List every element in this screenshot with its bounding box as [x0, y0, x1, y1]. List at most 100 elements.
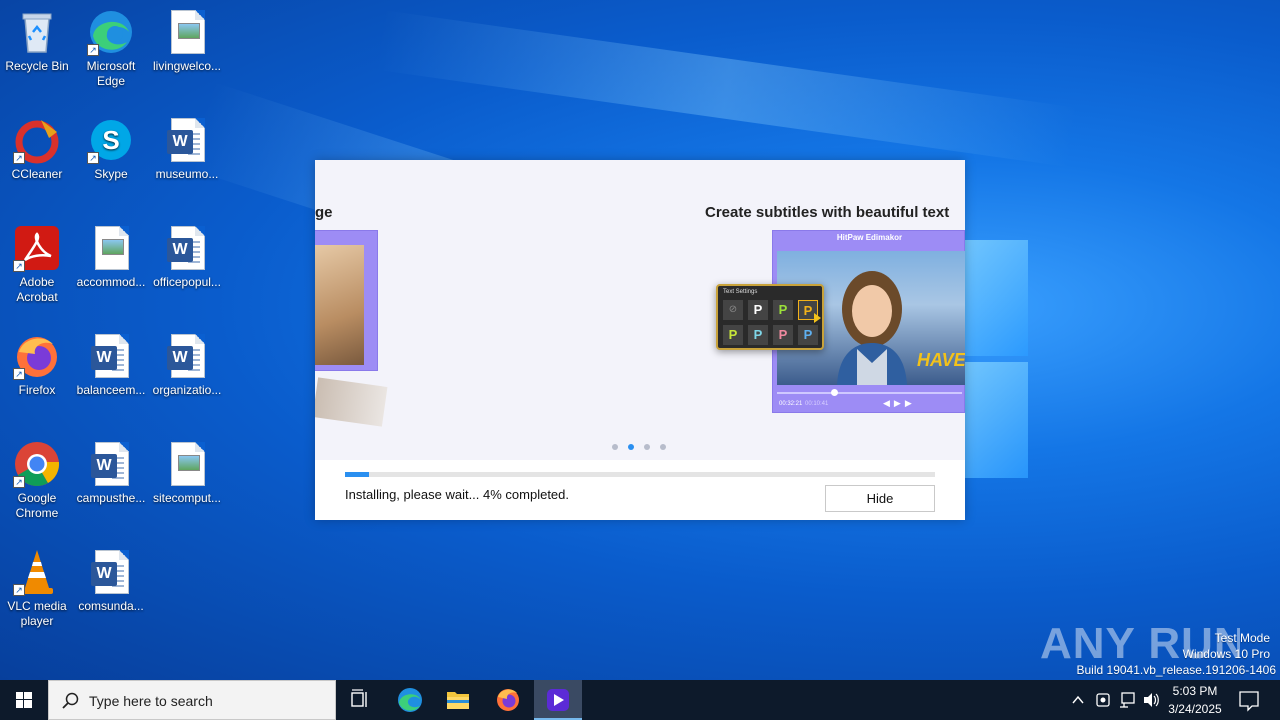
- search-placeholder: Type here to search: [89, 693, 213, 709]
- firefox-icon: ↗: [13, 332, 61, 380]
- taskbar-edge-button[interactable]: [386, 680, 434, 720]
- icon-label: accommod...: [76, 275, 146, 289]
- word-document-icon: W: [163, 224, 211, 272]
- desktop-icon-accommod[interactable]: accommod...: [74, 224, 148, 290]
- carousel-dot-4[interactable]: [660, 444, 666, 450]
- taskbar-edimakor-button[interactable]: [534, 680, 582, 720]
- image-file-icon: [163, 8, 211, 56]
- icon-label: Firefox: [18, 383, 56, 397]
- taskbar-search-box[interactable]: Type here to search: [48, 680, 336, 720]
- chevron-up-icon: [1072, 695, 1084, 704]
- desktop-icon-google-chrome[interactable]: ↗ Google Chrome: [0, 440, 74, 521]
- icon-label: balanceem...: [76, 383, 146, 397]
- search-icon: [62, 692, 79, 709]
- word-document-icon: W: [87, 440, 135, 488]
- desktop-icon-skype[interactable]: S ↗ Skype: [74, 116, 148, 182]
- word-document-icon: W: [87, 548, 135, 596]
- taskbar-firefox-button[interactable]: [484, 680, 532, 720]
- slide-title-right: Create subtitles with beautiful text: [705, 204, 950, 221]
- task-view-icon: [351, 689, 367, 707]
- image-file-icon: [87, 224, 135, 272]
- timecode-current: 00:32:21: [779, 401, 803, 407]
- word-document-icon: W: [87, 332, 135, 380]
- network-icon: [1120, 692, 1135, 708]
- style-blue-option[interactable]: P: [798, 325, 818, 345]
- desktop-icon-recycle-bin[interactable]: Recycle Bin: [0, 8, 74, 74]
- text-settings-popup: Text Settings ⊘ P P P P P P P: [716, 284, 824, 350]
- icon-label: sitecomput...: [152, 491, 222, 505]
- watermark-test-mode: Test Mode: [1214, 631, 1270, 645]
- clock-date: 3/24/2025: [1168, 702, 1222, 716]
- folder-icon: [447, 692, 469, 709]
- firefox-icon: [497, 689, 519, 711]
- windows-logo-wallpaper: [960, 240, 1030, 480]
- style-none-icon[interactable]: ⊘: [723, 300, 743, 320]
- film-strip-image: [315, 377, 388, 427]
- notification-center-button[interactable]: [1234, 680, 1264, 720]
- chrome-icon: ↗: [13, 440, 61, 488]
- carousel-dot-1[interactable]: [612, 444, 618, 450]
- desktop-icon-officepopul[interactable]: W officepopul...: [150, 224, 224, 290]
- speaker-icon: [1144, 693, 1159, 707]
- hide-button[interactable]: Hide: [825, 485, 935, 512]
- icon-label: livingwelco...: [152, 59, 222, 73]
- icon-label: Microsoft Edge: [86, 59, 136, 88]
- skype-icon: S ↗: [87, 116, 135, 164]
- icon-label: VLC media player: [7, 599, 67, 628]
- task-view-button[interactable]: [336, 680, 384, 720]
- install-status-text: Installing, please wait... 4% completed.: [345, 487, 570, 502]
- desktop-icon-sitecomput[interactable]: sitecomput...: [150, 440, 224, 506]
- icon-label: Google Chrome: [15, 491, 59, 520]
- windows-start-icon: [16, 692, 32, 708]
- style-white-option[interactable]: P: [748, 300, 768, 320]
- style-lime-option[interactable]: P: [723, 325, 743, 345]
- taskbar-file-explorer-button[interactable]: [434, 680, 482, 720]
- word-document-icon: W: [163, 116, 211, 164]
- style-green-option[interactable]: P: [773, 300, 793, 320]
- volume-button[interactable]: [1140, 680, 1162, 720]
- desktop-icon-organizatio[interactable]: W organizatio...: [150, 332, 224, 398]
- edge-icon: ↗: [87, 8, 135, 56]
- timeline-scrubber: [831, 389, 838, 396]
- show-hidden-icons-button[interactable]: [1066, 680, 1090, 720]
- desert-image: [315, 245, 364, 365]
- desktop-icon-microsoft-edge[interactable]: ↗ Microsoft Edge: [74, 8, 148, 89]
- taskbar-clock[interactable]: 5:03 PM 3/24/2025: [1164, 680, 1226, 720]
- icon-label: organizatio...: [152, 383, 222, 397]
- desktop-icon-adobe-acrobat[interactable]: ↗ Adobe Acrobat: [0, 224, 74, 305]
- recycle-bin-icon: [13, 8, 61, 56]
- icon-label: Adobe Acrobat: [16, 275, 58, 304]
- desktop-icon-campusthe[interactable]: W campusthe...: [74, 440, 148, 506]
- image-file-icon: [163, 440, 211, 488]
- style-cyan-option[interactable]: P: [748, 325, 768, 345]
- desktop-icon-museumo[interactable]: W museumo...: [150, 116, 224, 182]
- style-pink-option[interactable]: P: [773, 325, 793, 345]
- playback-controls: ◀▶▶: [883, 398, 916, 408]
- editor-title: HitPaw Edimakor: [836, 233, 903, 242]
- carousel-dot-3[interactable]: [644, 444, 650, 450]
- icon-label: museumo...: [155, 167, 219, 181]
- watermark-build: Build 19041.vb_release.191206-1406: [1076, 663, 1277, 677]
- feature-carousel: ge Create subtitles with beautiful text …: [315, 160, 965, 460]
- tray-app-button[interactable]: [1092, 680, 1114, 720]
- desktop-icon-comsunda[interactable]: W comsunda...: [74, 548, 148, 614]
- cursor-pointer-icon: [814, 313, 821, 323]
- desktop-icon-ccleaner[interactable]: ↗ CCleaner: [0, 116, 74, 182]
- svg-text:S: S: [102, 125, 119, 155]
- network-button[interactable]: [1116, 680, 1138, 720]
- desktop-icon-balanceem[interactable]: W balanceem...: [74, 332, 148, 398]
- edimakor-app-icon: [547, 689, 569, 711]
- carousel-dots: [612, 444, 666, 452]
- carousel-dot-2[interactable]: [628, 444, 634, 450]
- acrobat-icon: ↗: [13, 224, 61, 272]
- desktop-icon-firefox[interactable]: ↗ Firefox: [0, 332, 74, 398]
- vlc-cone-icon: ↗: [13, 548, 61, 596]
- desktop-icon-vlc[interactable]: ↗ VLC media player: [0, 548, 74, 629]
- icon-label: campusthe...: [76, 491, 146, 505]
- start-button[interactable]: [0, 680, 48, 720]
- timeline-track: [777, 392, 962, 394]
- install-progress-fill: [345, 472, 369, 477]
- desktop-icon-livingwelco[interactable]: livingwelco...: [150, 8, 224, 74]
- text-style-grid: ⊘ P P P P P P P: [723, 300, 818, 345]
- tray-device-icon: [1096, 693, 1110, 707]
